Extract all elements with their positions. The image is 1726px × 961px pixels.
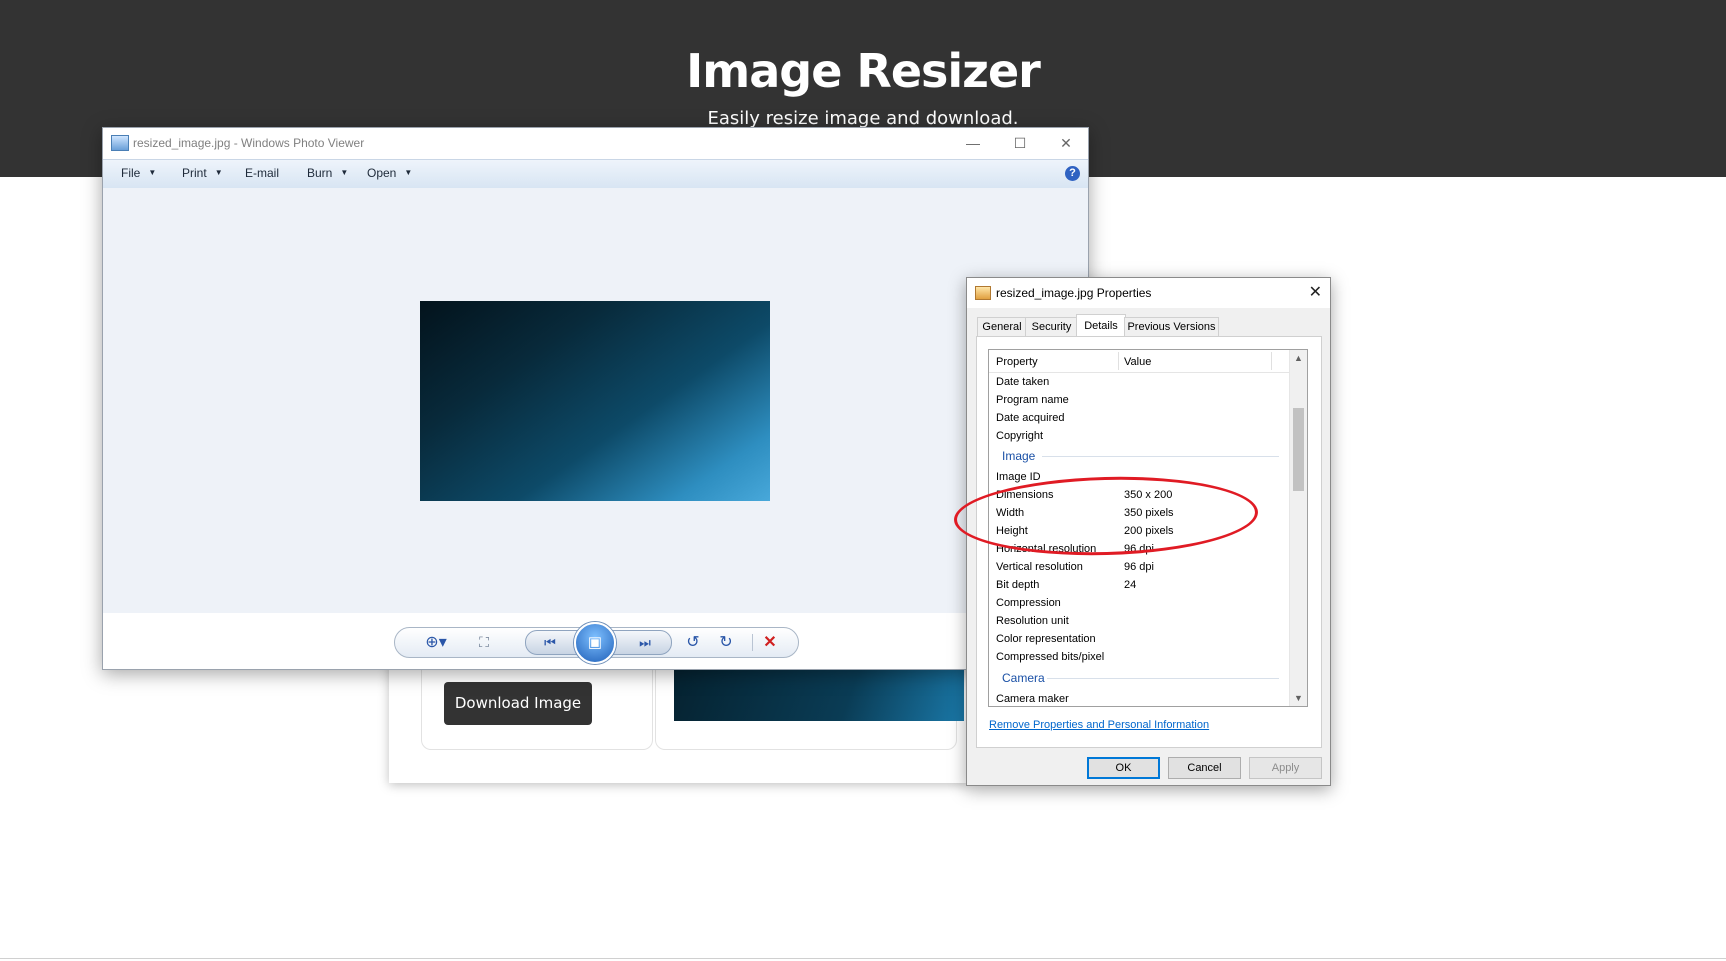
rotate-clockwise-icon[interactable]: ↻ bbox=[713, 628, 739, 657]
cancel-button[interactable]: Cancel bbox=[1168, 757, 1241, 779]
minimize-button[interactable]: — bbox=[953, 132, 993, 154]
photo-viewer-title: resized_image.jpg - Windows Photo Viewer bbox=[133, 136, 365, 150]
photo-viewer-toolbar: ⊕▾ ⛶ ⏮ ⏭ ▣ ↺ ↻ ✕ bbox=[103, 613, 1088, 669]
photo-viewer-app-icon bbox=[111, 135, 129, 151]
ok-button[interactable]: OK bbox=[1087, 757, 1160, 779]
close-button[interactable]: ✕ bbox=[1046, 132, 1086, 154]
column-divider[interactable] bbox=[1271, 352, 1272, 370]
footer-divider bbox=[0, 958, 1726, 959]
group-rule bbox=[1047, 678, 1279, 679]
scroll-down-icon[interactable]: ▼ bbox=[1290, 690, 1307, 706]
toolbar-pill: ⊕▾ ⛶ ⏮ ⏭ ▣ ↺ ↻ ✕ bbox=[394, 622, 799, 664]
close-icon[interactable]: ✕ bbox=[1309, 282, 1322, 302]
list-item[interactable]: Date taken bbox=[989, 373, 1289, 391]
photo-viewer-window: resized_image.jpg - Windows Photo Viewer… bbox=[102, 127, 1089, 670]
zoom-icon[interactable]: ⊕▾ bbox=[417, 628, 455, 657]
list-item[interactable]: Copyright bbox=[989, 427, 1289, 445]
slideshow-icon[interactable]: ▣ bbox=[574, 622, 616, 664]
column-value[interactable]: Value bbox=[1124, 356, 1151, 368]
list-item[interactable]: Bit depth 24 bbox=[989, 576, 1289, 594]
group-header-image: Image bbox=[989, 445, 1289, 465]
delete-icon[interactable]: ✕ bbox=[757, 628, 783, 657]
list-item[interactable]: Vertical resolution 96 dpi bbox=[989, 558, 1289, 576]
menu-open[interactable]: Open ▼ bbox=[367, 166, 412, 180]
menu-print[interactable]: Print ▼ bbox=[182, 166, 223, 180]
page-title: Image Resizer bbox=[686, 44, 1041, 98]
list-item[interactable]: Date acquired bbox=[989, 409, 1289, 427]
properties-titlebar[interactable]: resized_image.jpg Properties ✕ bbox=[967, 278, 1330, 308]
image-canvas bbox=[103, 188, 1088, 613]
dropdown-caret-icon: ▼ bbox=[340, 168, 349, 177]
menu-email[interactable]: E-mail bbox=[245, 166, 279, 180]
remove-properties-link[interactable]: Remove Properties and Personal Informati… bbox=[989, 719, 1209, 731]
tab-details[interactable]: Details bbox=[1076, 314, 1126, 338]
previous-icon[interactable]: ⏮ bbox=[536, 631, 564, 654]
download-image-button[interactable]: Download Image bbox=[444, 682, 592, 725]
menu-burn[interactable]: Burn ▼ bbox=[307, 166, 348, 180]
toolbar-separator bbox=[752, 634, 753, 651]
column-divider[interactable] bbox=[1118, 352, 1119, 370]
properties-title: resized_image.jpg Properties bbox=[996, 286, 1152, 300]
image-file-icon bbox=[975, 286, 991, 300]
list-item[interactable]: Compression bbox=[989, 594, 1289, 612]
dropdown-caret-icon: ▼ bbox=[148, 168, 157, 177]
rotate-counterclockwise-icon[interactable]: ↺ bbox=[680, 628, 706, 657]
column-property[interactable]: Property bbox=[996, 356, 1038, 368]
apply-button[interactable]: Apply bbox=[1249, 757, 1322, 779]
group-header-camera: Camera bbox=[989, 667, 1289, 687]
tab-security[interactable]: Security bbox=[1025, 317, 1078, 338]
group-rule bbox=[1042, 456, 1279, 457]
list-item[interactable]: Color representation bbox=[989, 630, 1289, 648]
displayed-image bbox=[420, 301, 770, 501]
list-item[interactable]: Resolution unit bbox=[989, 612, 1289, 630]
scroll-up-icon[interactable]: ▲ bbox=[1290, 350, 1307, 366]
list-item[interactable]: Program name bbox=[989, 391, 1289, 409]
resized-image-preview bbox=[674, 668, 964, 721]
dropdown-caret-icon: ▼ bbox=[404, 168, 413, 177]
help-icon[interactable]: ? bbox=[1065, 166, 1080, 181]
list-item[interactable]: Compressed bits/pixel bbox=[989, 648, 1289, 666]
page-subtitle: Easily resize image and download. bbox=[707, 108, 1019, 129]
scrollbar-thumb[interactable] bbox=[1293, 408, 1304, 491]
photo-viewer-titlebar[interactable]: resized_image.jpg - Windows Photo Viewer… bbox=[103, 128, 1088, 159]
maximize-button[interactable]: ☐ bbox=[1000, 132, 1040, 154]
photo-viewer-menubar: File ▼ Print ▼ E-mail Burn ▼ Open ▼ ? bbox=[103, 159, 1088, 189]
menu-file[interactable]: File ▼ bbox=[121, 166, 156, 180]
list-header: Property Value bbox=[989, 350, 1289, 373]
details-scrollbar[interactable]: ▲ ▼ bbox=[1289, 350, 1307, 706]
dropdown-caret-icon: ▼ bbox=[214, 168, 223, 177]
tab-general[interactable]: General bbox=[977, 317, 1027, 338]
next-icon[interactable]: ⏭ bbox=[631, 631, 659, 654]
actual-size-icon[interactable]: ⛶ bbox=[471, 628, 497, 657]
list-item[interactable]: Camera maker bbox=[989, 690, 1289, 706]
tab-previous-versions[interactable]: Previous Versions bbox=[1124, 317, 1219, 338]
